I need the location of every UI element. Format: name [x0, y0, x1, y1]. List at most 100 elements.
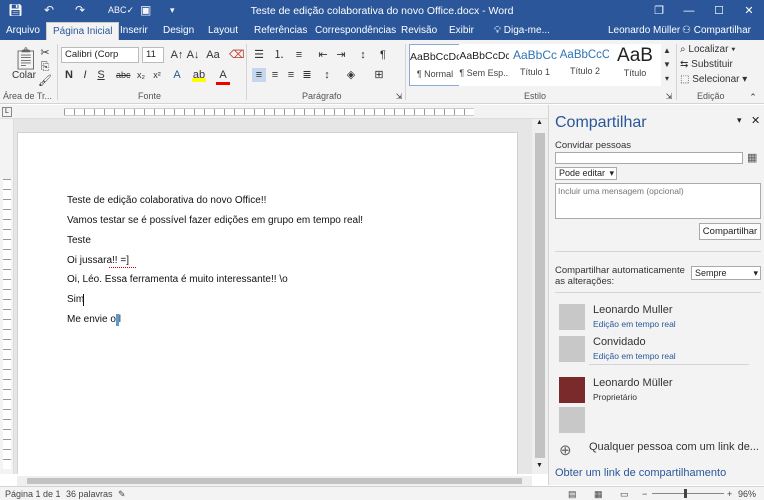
justify-icon[interactable]: ≣	[300, 68, 314, 82]
align-center-icon[interactable]: ≡	[268, 68, 282, 82]
ribbon-display-icon[interactable]: ❐	[644, 0, 674, 22]
tab-selector-icon[interactable]: L	[2, 107, 12, 117]
paragraph[interactable]: Oi jussara!! =]	[67, 255, 129, 266]
clear-format-icon[interactable]: ⌫	[229, 48, 245, 62]
get-link-button[interactable]: Obter um link de compartilhamento	[555, 467, 726, 479]
font-size-combo[interactable]: 11	[142, 47, 164, 63]
auto-share-select[interactable]: Sempre ▾	[691, 266, 761, 280]
tab-referencias[interactable]: Referências	[248, 22, 313, 40]
style-heading-2[interactable]: AaBbCcC Título 2	[559, 44, 611, 86]
styles-scroll-up-icon[interactable]: ▲	[660, 44, 674, 58]
tab-arquivo[interactable]: Arquivo	[0, 22, 46, 40]
paragraph[interactable]: Teste	[67, 235, 91, 246]
grow-font-icon[interactable]: A↑	[170, 48, 184, 62]
pane-options-icon[interactable]: ▾	[737, 115, 742, 126]
person-item[interactable]: Leonardo Müller Proprietário	[559, 375, 759, 409]
zoom-out-icon[interactable]: −	[642, 489, 647, 499]
address-book-icon[interactable]: ▦	[747, 151, 757, 164]
tab-correspondencias[interactable]: Correspondências	[309, 22, 402, 40]
permission-select[interactable]: Pode editar ▾	[555, 167, 617, 180]
copy-icon[interactable]: ⎘	[38, 60, 52, 74]
cut-icon[interactable]: ✂	[38, 46, 52, 60]
scroll-up-icon[interactable]: ▲	[536, 119, 543, 126]
read-mode-icon[interactable]: ▤	[568, 489, 577, 500]
select-button[interactable]: ⬚ Selecionar ▾	[680, 74, 747, 85]
paragraph[interactable]: Me envie o l	[67, 314, 121, 325]
paragraph[interactable]: Vamos testar se é possível fazer edições…	[67, 215, 363, 226]
tell-me-box[interactable]: 💡︎ Diga-me...	[488, 22, 556, 40]
subscript-icon[interactable]: x₂	[134, 68, 148, 82]
font-name-combo[interactable]: Calibri (Corp	[61, 47, 139, 63]
person-item[interactable]: Convidado Edição em tempo real	[559, 334, 759, 368]
replace-button[interactable]: ⇆ Substituir	[680, 59, 733, 70]
horizontal-ruler[interactable]: L	[0, 105, 548, 119]
invite-input[interactable]	[555, 152, 743, 164]
format-painter-icon[interactable]: 🖌︎	[38, 74, 52, 88]
paragraph-dialog-icon[interactable]: ⇲	[392, 90, 406, 104]
zoom-slider[interactable]	[652, 493, 724, 494]
borders-icon[interactable]: ⊞	[372, 68, 386, 82]
tab-layout[interactable]: Layout	[202, 22, 244, 40]
scroll-down-icon[interactable]: ▼	[536, 462, 543, 469]
line-spacing-icon[interactable]: ↕	[320, 68, 334, 82]
vertical-ruler[interactable]	[0, 119, 14, 474]
message-textarea[interactable]	[555, 183, 761, 219]
share-button[interactable]: ⚇ Compartilhar	[676, 22, 757, 40]
style-normal[interactable]: AaBbCcDc ¶ Normal	[409, 44, 461, 86]
web-layout-icon[interactable]: ▭	[620, 489, 629, 500]
word-count[interactable]: 36 palavras	[66, 489, 113, 499]
tab-design[interactable]: Design	[157, 22, 200, 40]
scrollbar-thumb[interactable]	[535, 133, 545, 458]
zoom-slider-thumb[interactable]	[684, 489, 687, 498]
person-item[interactable]	[559, 405, 759, 439]
style-title[interactable]: AaB Título	[609, 44, 661, 86]
paste-icon[interactable]: 📋︎	[12, 46, 40, 72]
style-no-spacing[interactable]: AaBbCcDc ¶ Sem Esp...	[459, 44, 511, 86]
highlight-icon[interactable]: ab	[192, 68, 206, 82]
tab-inserir[interactable]: Inserir	[114, 22, 154, 40]
horizontal-scrollbar[interactable]	[17, 476, 532, 486]
paragraph[interactable]: Oi, Léo. Essa ferramenta é muito interes…	[67, 274, 288, 285]
maximize-button[interactable]: ☐	[704, 0, 734, 22]
minimize-button[interactable]: —	[674, 0, 704, 22]
person-item[interactable]: Leonardo Muller Edição em tempo real	[559, 302, 759, 336]
document-page[interactable]: Teste de edição colaborativa do novo Off…	[17, 132, 518, 474]
paste-button[interactable]: Colar	[12, 70, 36, 81]
numbering-icon[interactable]: ⒈	[272, 48, 286, 62]
styles-dialog-icon[interactable]: ⇲	[662, 90, 676, 104]
proofing-icon[interactable]: ✎	[118, 489, 126, 500]
tab-exibir[interactable]: Exibir	[443, 22, 480, 40]
bold-icon[interactable]: N	[62, 68, 76, 82]
styles-more-icon[interactable]: ▾	[660, 72, 674, 86]
font-color-icon[interactable]: A	[216, 68, 230, 85]
multilevel-list-icon[interactable]: ≡	[292, 48, 306, 62]
page-count[interactable]: Página 1 de 1	[5, 489, 61, 499]
superscript-icon[interactable]: x²	[150, 68, 164, 82]
shrink-font-icon[interactable]: A↓	[186, 48, 200, 62]
strikethrough-icon[interactable]: abc	[116, 68, 131, 82]
decrease-indent-icon[interactable]: ⇤	[316, 48, 330, 62]
close-icon[interactable]: ✕	[751, 114, 760, 127]
print-layout-icon[interactable]: ▦	[594, 489, 603, 500]
show-marks-icon[interactable]: ¶	[376, 48, 390, 62]
style-heading-1[interactable]: AaBbCc Título 1	[509, 44, 561, 86]
zoom-level[interactable]: 96%	[738, 489, 756, 499]
bullets-icon[interactable]: ☰	[252, 48, 266, 62]
collapse-ribbon-icon[interactable]: ⌃	[746, 90, 760, 104]
find-button[interactable]: ⌕ Localizar ▾	[680, 44, 735, 55]
change-case-icon[interactable]: Aa	[206, 48, 220, 62]
paragraph[interactable]: Teste de edição colaborativa do novo Off…	[67, 195, 266, 206]
anyone-link-text[interactable]: Qualquer pessoa com um link de...	[589, 441, 759, 453]
increase-indent-icon[interactable]: ⇥	[334, 48, 348, 62]
close-button[interactable]: ✕	[734, 0, 764, 22]
align-right-icon[interactable]: ≡	[284, 68, 298, 82]
align-left-icon[interactable]: ≡	[252, 68, 266, 82]
underline-icon[interactable]: S	[94, 68, 108, 82]
sort-icon[interactable]: ↕	[356, 48, 370, 62]
tab-revisao[interactable]: Revisão	[395, 22, 443, 40]
vertical-scrollbar[interactable]: ▲ ▼	[532, 119, 548, 474]
italic-icon[interactable]: I	[78, 68, 92, 82]
text-effects-icon[interactable]: A	[170, 68, 184, 82]
paragraph[interactable]: Sim	[67, 294, 84, 305]
user-name[interactable]: Leonardo Müller	[602, 22, 686, 40]
